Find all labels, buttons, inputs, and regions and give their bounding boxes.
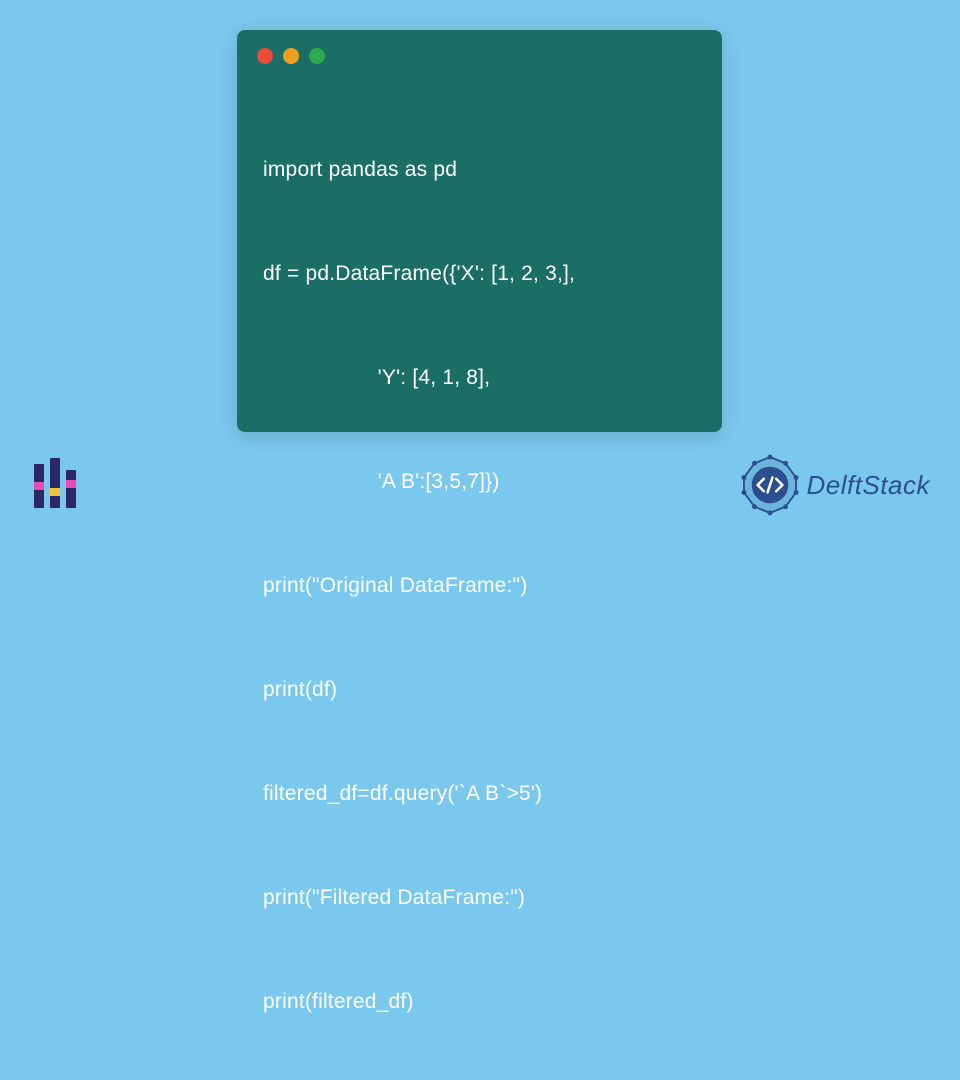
- logo-bar: [34, 464, 44, 508]
- code-line: 'A B':[3,5,7]}): [263, 465, 696, 500]
- zoom-icon: [309, 48, 325, 64]
- code-line: filtered_df=df.query('`A B`>5'): [263, 777, 696, 812]
- code-line: 'Y': [4, 1, 8],: [263, 361, 696, 396]
- window-controls: [237, 30, 722, 74]
- code-window: import pandas as pd df = pd.DataFrame({'…: [237, 30, 722, 432]
- logo-bar: [50, 458, 60, 508]
- code-line: import pandas as pd: [263, 153, 696, 188]
- code-line: print("Original DataFrame:"): [263, 569, 696, 604]
- gear-code-icon: [739, 454, 801, 516]
- close-icon: [257, 48, 273, 64]
- code-block: import pandas as pd df = pd.DataFrame({'…: [237, 74, 722, 1080]
- code-line: print(filtered_df): [263, 985, 696, 1020]
- logo-bar: [66, 470, 76, 508]
- code-line: df = pd.DataFrame({'X': [1, 2, 3,],: [263, 257, 696, 292]
- brand-logo: DelftStack: [739, 454, 931, 516]
- bars-logo-icon: [34, 458, 76, 508]
- code-line: print("Filtered DataFrame:"): [263, 881, 696, 916]
- minimize-icon: [283, 48, 299, 64]
- brand-name: DelftStack: [807, 470, 931, 501]
- code-line: print(df): [263, 673, 696, 708]
